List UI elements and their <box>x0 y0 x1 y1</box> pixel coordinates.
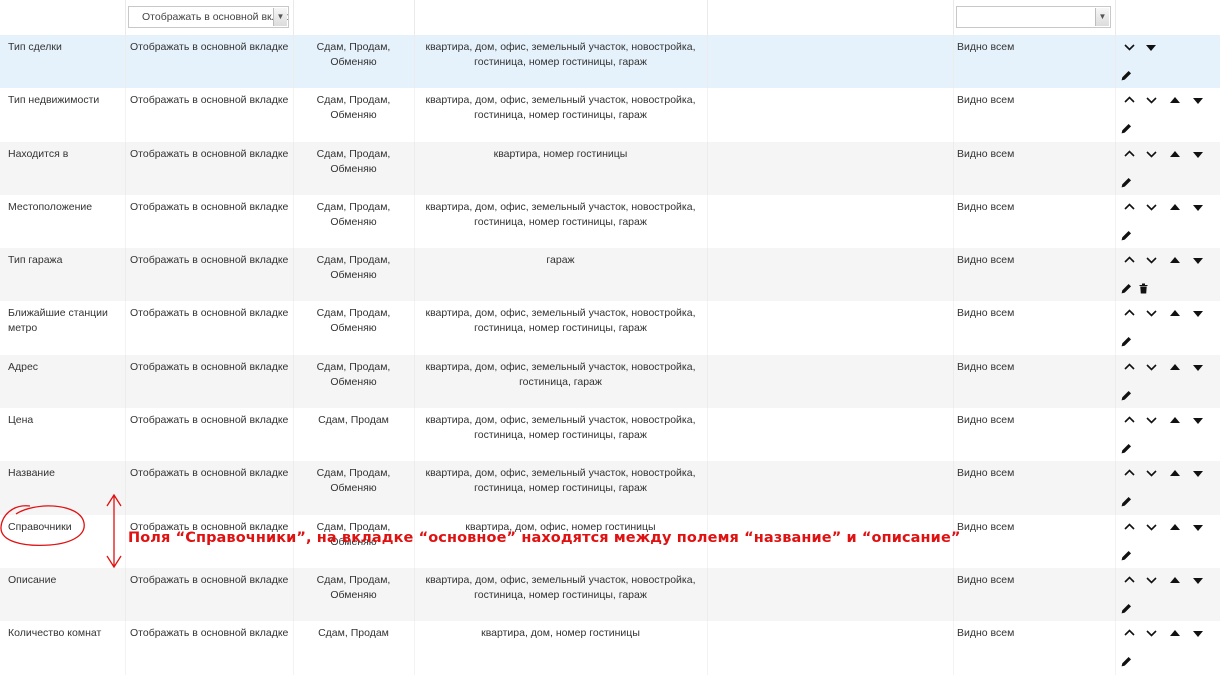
annotation-circle <box>0 505 85 547</box>
annotation-arrow-icon <box>106 493 122 569</box>
annotation-note: Поля “Справочники”, на вкладке “основное… <box>128 530 961 546</box>
annotation-overlay <box>0 493 122 569</box>
pencil-icon[interactable] <box>1121 656 1132 667</box>
